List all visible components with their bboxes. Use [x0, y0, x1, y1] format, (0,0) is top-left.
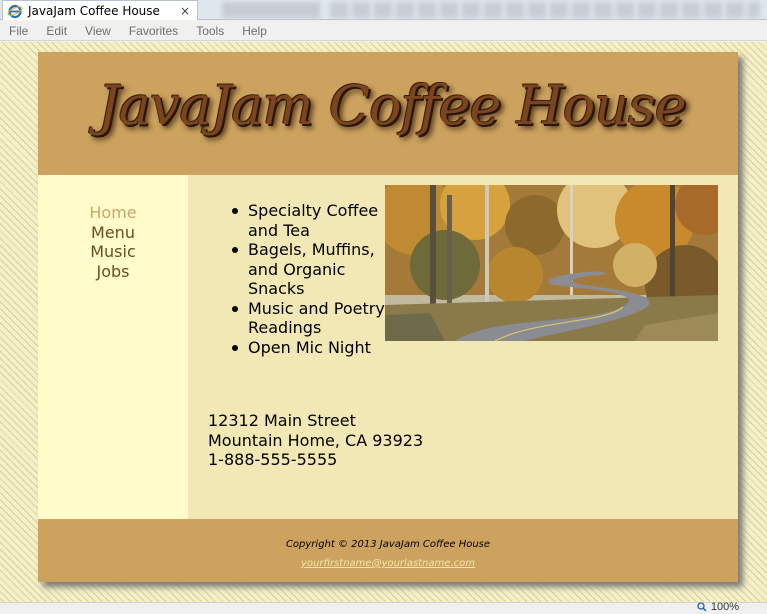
site-header: JavaJam Coffee House — [38, 52, 738, 175]
site-container: JavaJam Coffee House Home Menu Music Job… — [38, 52, 738, 582]
nav-menu[interactable]: Menu — [38, 223, 188, 243]
list-item: Music and Poetry Readings — [228, 299, 388, 338]
blurred-command-bar[interactable] — [330, 2, 760, 18]
nav-music[interactable]: Music — [38, 242, 188, 262]
internet-explorer-icon — [7, 3, 23, 19]
page-background: JavaJam Coffee House Home Menu Music Job… — [0, 42, 767, 602]
street-address: 12312 Main Street — [208, 411, 356, 430]
menu-file[interactable]: File — [0, 24, 36, 38]
menu-view[interactable]: View — [77, 24, 119, 38]
close-tab-icon[interactable]: × — [177, 4, 193, 18]
browser-tab-bar: JavaJam Coffee House × — [0, 0, 767, 20]
city-state-zip: Mountain Home, CA 93923 — [208, 430, 424, 450]
site-footer: Copyright © 2013 JavaJam Coffee House yo… — [38, 519, 738, 582]
phone-number: 1-888-555-5555 — [208, 450, 338, 469]
contact-address: 12312 Main Street Mountain Home, CA 9392… — [208, 411, 423, 470]
list-item: Specialty Coffee and Tea — [228, 201, 388, 240]
blurred-new-tab[interactable] — [222, 2, 320, 18]
menu-favorites[interactable]: Favorites — [121, 24, 186, 38]
menu-help[interactable]: Help — [234, 24, 275, 38]
tab-title: JavaJam Coffee House — [28, 3, 160, 18]
zoom-control[interactable]: 100% — [697, 601, 739, 613]
hero-image-winding-road — [385, 185, 718, 341]
zoom-icon — [697, 602, 707, 612]
list-item: Bagels, Muffins, and Organic Snacks — [228, 240, 388, 299]
browser-menu-bar: File Edit View Favorites Tools Help — [0, 21, 767, 41]
site-logo: JavaJam Coffee House — [98, 74, 687, 137]
browser-tab[interactable]: JavaJam Coffee House × — [2, 0, 198, 20]
nav-home[interactable]: Home — [38, 203, 188, 223]
copyright-text: Copyright © 2013 JavaJam Coffee House — [285, 539, 491, 550]
menu-edit[interactable]: Edit — [38, 24, 75, 38]
site-nav: Home Menu Music Jobs — [38, 175, 188, 519]
features-list: Specialty Coffee and Tea Bagels, Muffins… — [228, 201, 388, 357]
list-item: Open Mic Night — [228, 338, 388, 358]
zoom-level: 100% — [710, 601, 739, 613]
nav-jobs[interactable]: Jobs — [38, 262, 188, 282]
menu-tools[interactable]: Tools — [188, 24, 232, 38]
browser-status-bar: 100% — [0, 601, 767, 614]
main-content: Specialty Coffee and Tea Bagels, Muffins… — [188, 175, 738, 519]
email-link[interactable]: yourfirstname@yourlastname.com — [301, 558, 475, 570]
